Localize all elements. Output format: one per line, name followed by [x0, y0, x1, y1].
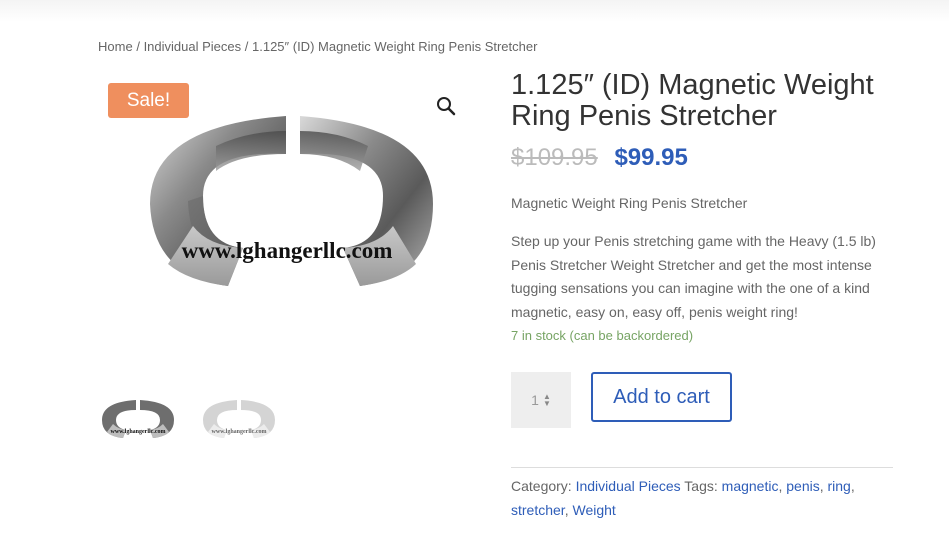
image-watermark: www.lghangerllc.com — [182, 238, 393, 263]
quantity-stepper[interactable]: 1 ▲ ▼ — [511, 372, 571, 428]
breadcrumb-separator: / — [244, 39, 249, 54]
product-meta: Category: Individual Pieces Tags: magnet… — [511, 474, 893, 522]
category-label: Category: — [511, 478, 572, 494]
quantity-value: 1 — [531, 392, 539, 408]
thumbnail-watermark: www.lghangerllc.com — [212, 429, 267, 435]
silver-ring-thumbnail[interactable]: www.lghangerllc.com — [98, 392, 178, 446]
product-description: Step up your Penis stretching game with … — [511, 233, 876, 321]
tag-link[interactable]: Weight — [572, 502, 615, 518]
tag-separator: , — [819, 478, 824, 494]
short-description: Magnetic Weight Ring Penis Stretcher — [511, 195, 748, 211]
sale-badge: Sale! — [108, 83, 189, 118]
add-to-cart-button[interactable]: Add to cart — [591, 372, 732, 422]
tag-separator: , — [778, 478, 783, 494]
tag-separator: , — [564, 502, 569, 518]
header-bar — [0, 0, 949, 22]
spinner-arrows-icon[interactable]: ▲ ▼ — [543, 393, 551, 408]
product-gallery: www.lghangerllc.com Sale! — [98, 76, 468, 366]
product-price: $109.95 $99.95 — [511, 144, 688, 172]
breadcrumb: Home / Individual Pieces / 1.125″ (ID) M… — [98, 39, 537, 54]
stock-status: 7 in stock (can be backordered) — [511, 328, 694, 343]
tag-separator: , — [850, 478, 855, 494]
sale-price: $99.95 — [614, 144, 688, 171]
breadcrumb-separator: / — [136, 39, 140, 54]
tag-link[interactable]: stretcher — [511, 502, 565, 518]
breadcrumb-category-link[interactable]: Individual Pieces — [144, 39, 242, 54]
magnifier-icon[interactable] — [434, 94, 458, 118]
tags-label: Tags: — [684, 478, 718, 494]
product-image[interactable]: www.lghangerllc.com — [98, 76, 468, 366]
tag-link[interactable]: penis — [786, 478, 819, 494]
divider — [511, 467, 893, 468]
tag-link[interactable]: magnetic — [722, 478, 779, 494]
light-ring-thumbnail[interactable]: www.lghangerllc.com — [199, 392, 279, 446]
product-title: 1.125″ (ID) Magnetic Weight Ring Penis S… — [511, 69, 874, 132]
breadcrumb-home-link[interactable]: Home — [98, 39, 133, 54]
breadcrumb-current: 1.125″ (ID) Magnetic Weight Ring Penis S… — [252, 39, 538, 54]
thumbnail-watermark: www.lghangerllc.com — [111, 429, 166, 435]
original-price: $109.95 — [511, 144, 598, 171]
category-link[interactable]: Individual Pieces — [576, 478, 681, 494]
tag-link[interactable]: ring — [828, 478, 851, 494]
